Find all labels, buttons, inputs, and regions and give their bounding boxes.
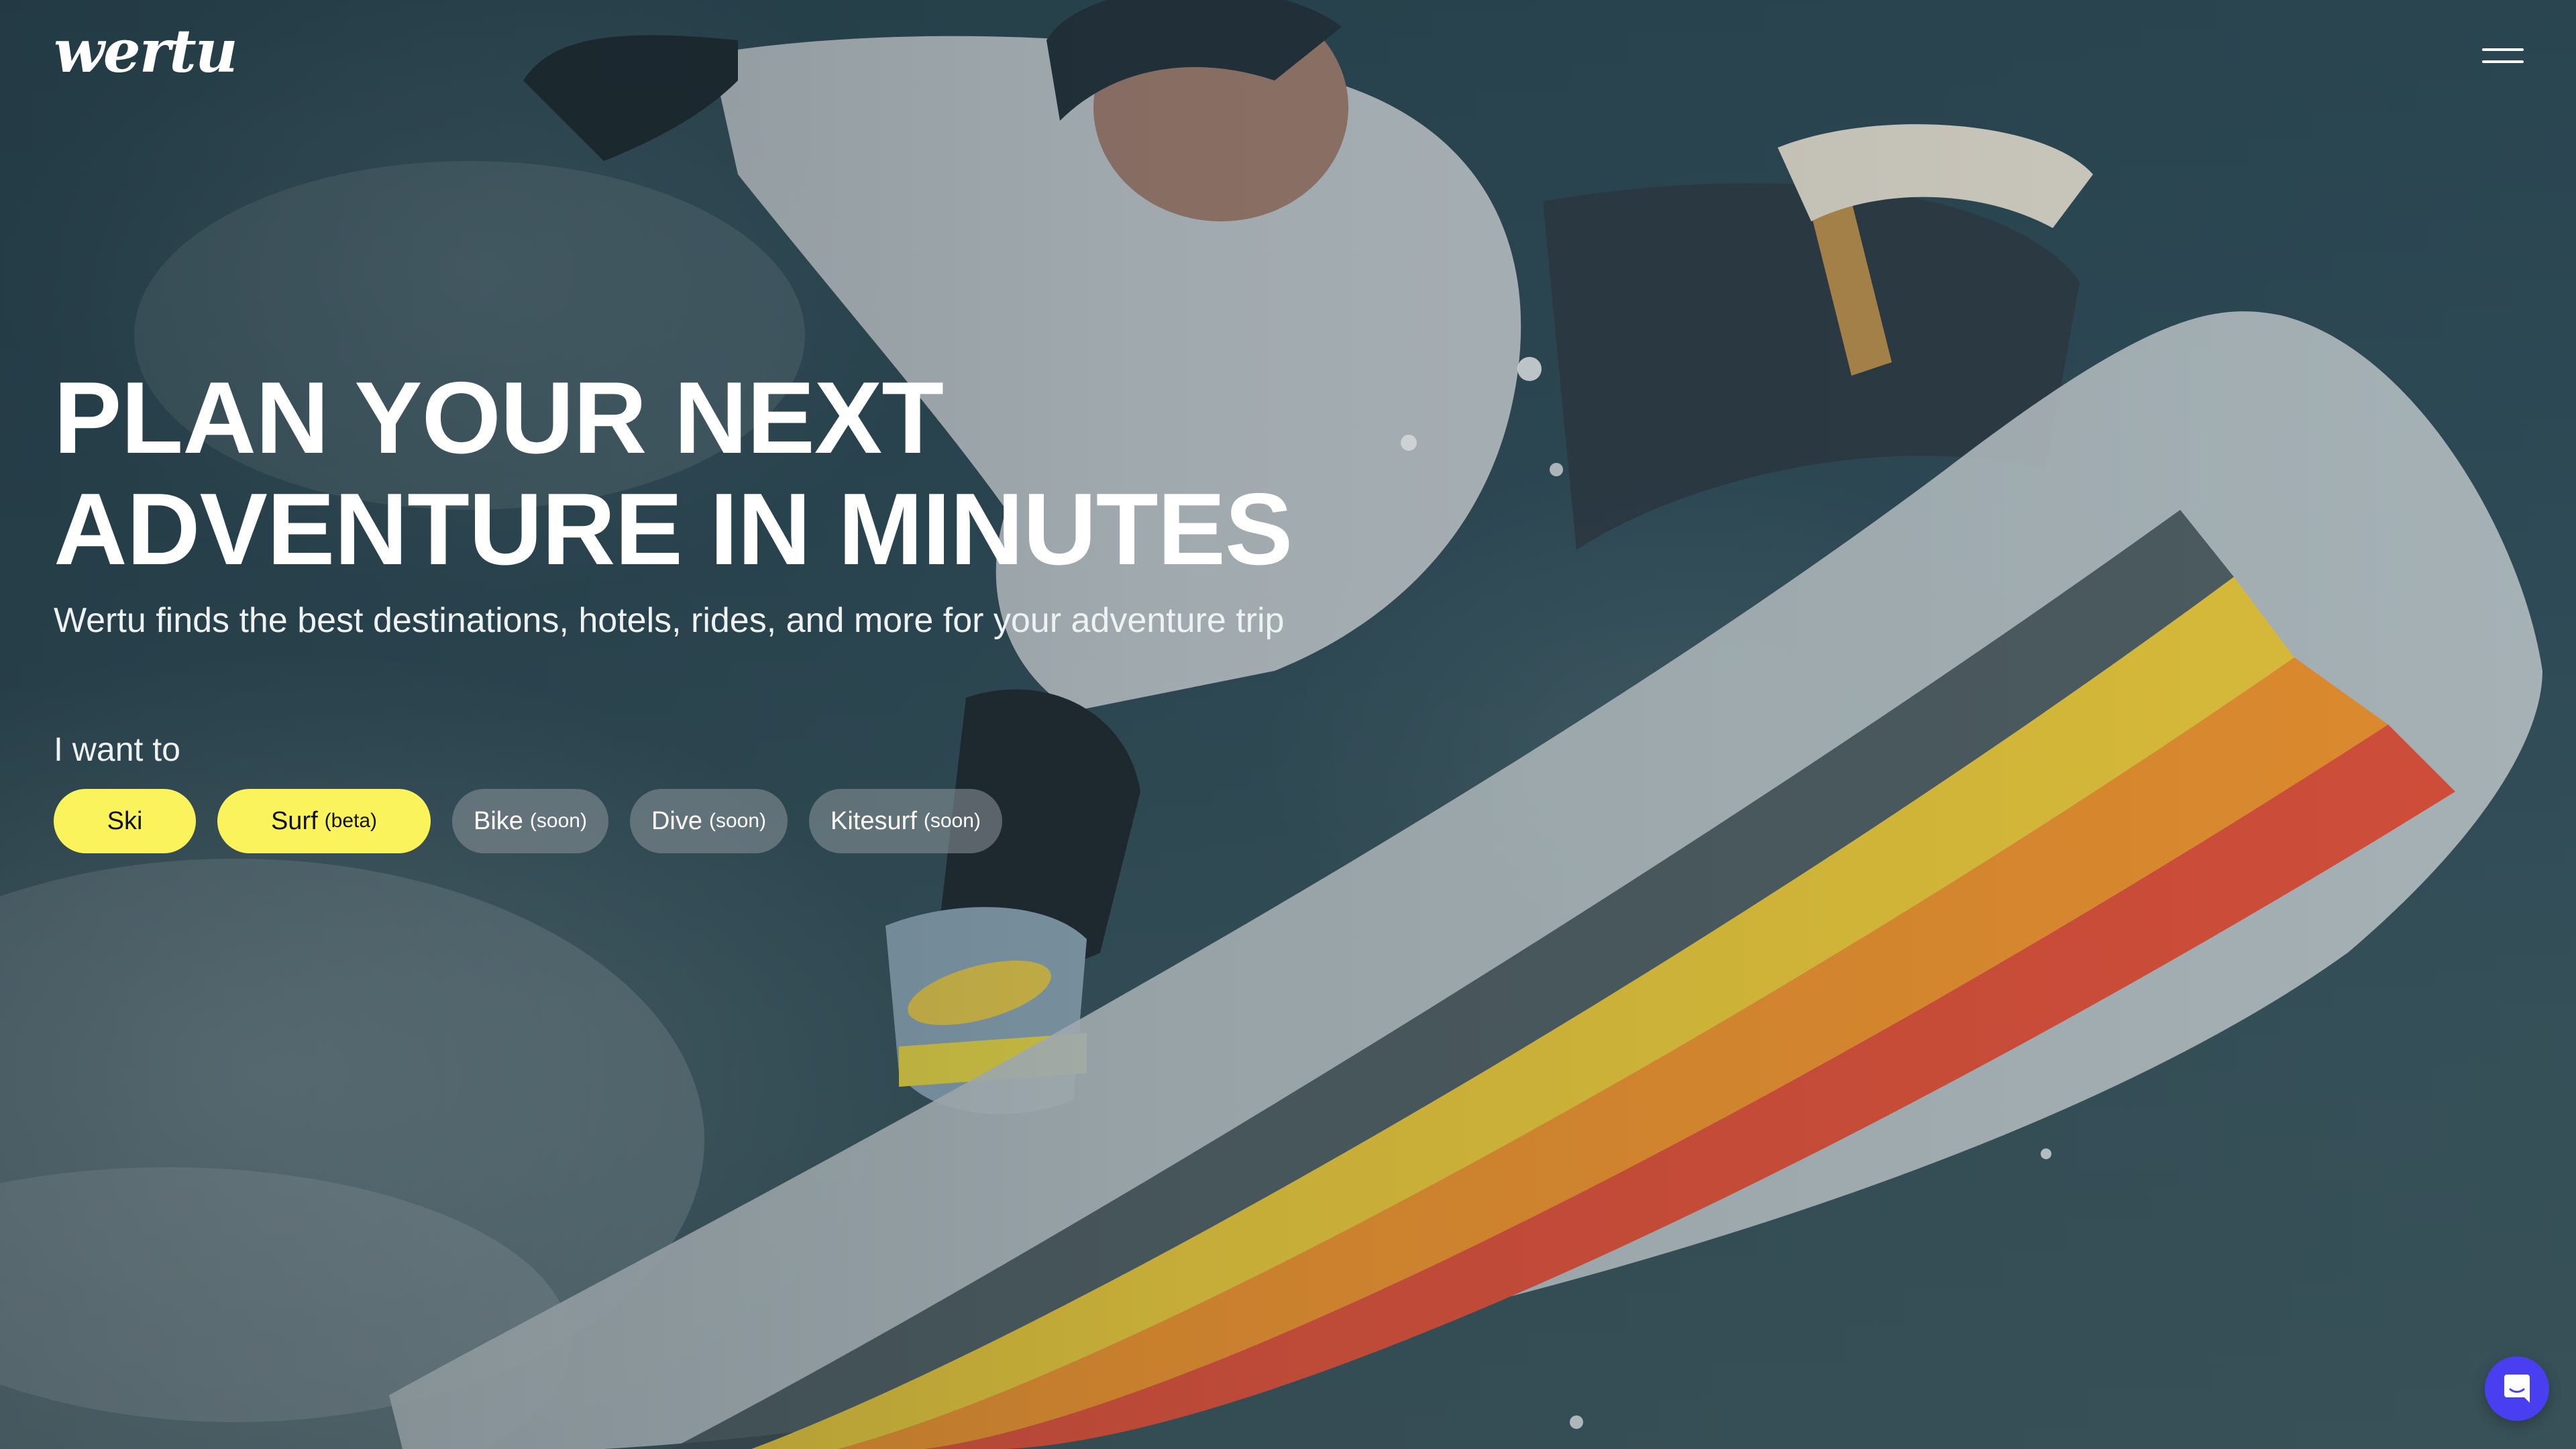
activity-surf-button[interactable]: Surf (beta) [217, 789, 431, 853]
landing-page: wertu PLAN YOUR NEXT ADVENTURE IN MINUTE… [0, 0, 2576, 1449]
activity-label: Ski [107, 806, 143, 835]
headline-line-1: PLAN YOUR NEXT [54, 361, 944, 475]
menu-bar-bottom [2482, 60, 2524, 63]
hero-headline: PLAN YOUR NEXT ADVENTURE IN MINUTES [54, 362, 1395, 585]
activity-kitesurf-button[interactable]: Kitesurf (soon) [809, 789, 1002, 853]
menu-bar-top [2482, 48, 2524, 51]
headline-line-2: ADVENTURE IN MINUTES [54, 472, 1293, 586]
activity-bike-button[interactable]: Bike (soon) [452, 789, 608, 853]
activity-tag: (soon) [529, 810, 587, 832]
activity-selector: Ski Surf (beta) Bike (soon) Dive (soon) … [54, 789, 1002, 853]
activity-label: Dive [651, 806, 702, 835]
image-overlay [0, 0, 2576, 1449]
activity-tag: (beta) [324, 810, 378, 832]
activity-tag: (soon) [709, 810, 767, 832]
activity-label: Surf [270, 806, 318, 835]
activity-dive-button[interactable]: Dive (soon) [629, 789, 788, 853]
chat-launcher-button[interactable] [2485, 1356, 2549, 1421]
activity-ski-button[interactable]: Ski [54, 789, 196, 853]
activity-label: Bike [474, 806, 523, 835]
wertu-logo[interactable]: wertu [54, 21, 238, 80]
activity-prompt: I want to [54, 731, 180, 768]
hero-subtitle: Wertu finds the best destinations, hotel… [54, 601, 1285, 640]
activity-label: Kitesurf [830, 806, 917, 835]
activity-tag: (soon) [923, 810, 981, 832]
chat-bubble-icon [2504, 1375, 2530, 1403]
hamburger-menu-icon[interactable] [2482, 42, 2524, 72]
